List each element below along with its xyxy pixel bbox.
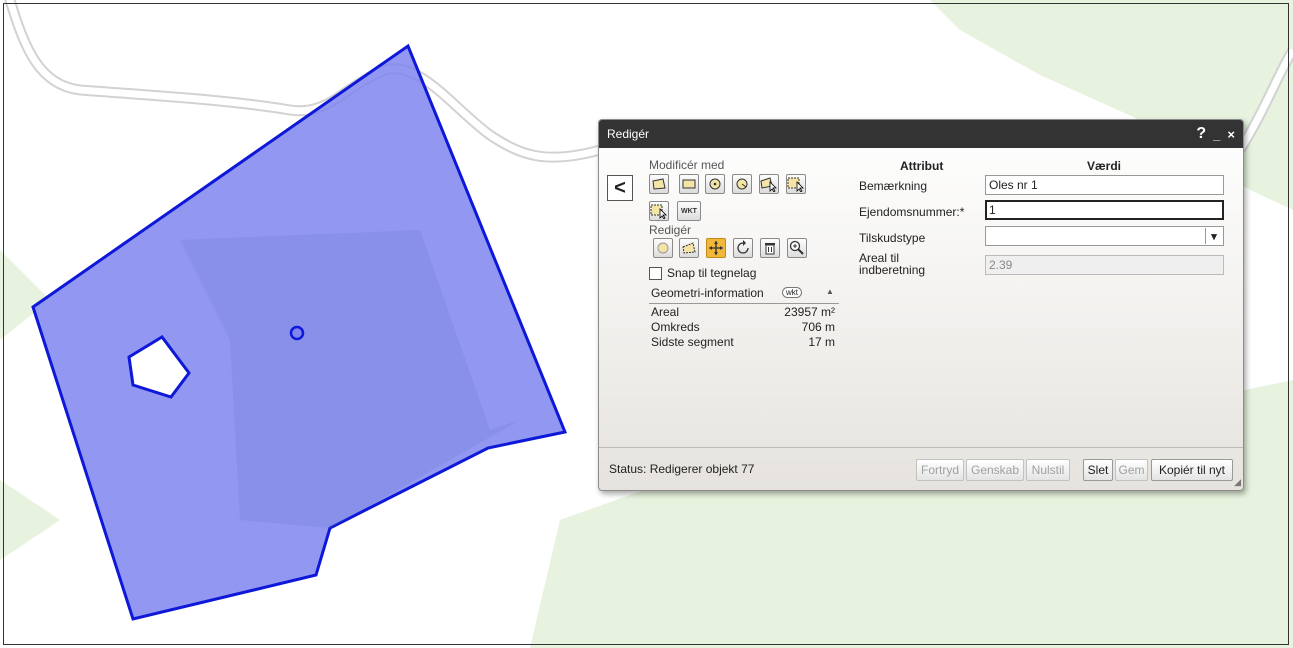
help-button[interactable]: ? xyxy=(1196,125,1206,143)
edit-rotate-tool[interactable] xyxy=(733,238,753,258)
edit-delete-tool[interactable] xyxy=(760,238,780,258)
modify-select-polygon-tool[interactable] xyxy=(759,174,779,194)
rectangle-icon xyxy=(682,179,696,189)
reset-button[interactable]: Nulstil xyxy=(1026,459,1070,481)
modify-circle-tool[interactable] xyxy=(705,174,725,194)
zoom-icon xyxy=(789,240,804,255)
ejendomsnummer-input[interactable] xyxy=(985,200,1224,220)
snap-label: Snap til tegnelag xyxy=(667,266,757,280)
status-text: Status: Redigerer objekt 77 xyxy=(609,462,755,476)
resize-grip-icon[interactable]: ◢ xyxy=(1234,477,1241,488)
save-button[interactable]: Gem xyxy=(1115,459,1148,481)
geometry-row-value: 23957 m² xyxy=(784,305,835,319)
rotate-icon xyxy=(737,240,749,254)
close-button[interactable]: × xyxy=(1227,127,1235,142)
modify-multi-select-tool[interactable] xyxy=(649,201,669,221)
delete-button[interactable]: Slet xyxy=(1083,459,1113,481)
dialog-header[interactable]: Redigér ? _ × xyxy=(599,120,1243,148)
bemaerkning-label: Bemærkning xyxy=(859,179,928,193)
modify-wkt-button[interactable]: WKT xyxy=(677,201,701,221)
modify-rectangle-tool[interactable] xyxy=(679,174,699,194)
areal-input xyxy=(985,255,1224,275)
tilskudstype-select[interactable]: ▾ xyxy=(985,226,1224,246)
polygon-icon xyxy=(652,178,666,190)
snap-option[interactable]: Snap til tegnelag xyxy=(649,266,756,280)
vertex-handle[interactable] xyxy=(289,325,305,341)
copy-to-new-button[interactable]: Kopiér til nyt xyxy=(1151,459,1233,481)
select-polygon-icon xyxy=(760,177,777,192)
circle-icon xyxy=(709,178,721,190)
edit-move-tool[interactable] xyxy=(706,238,726,258)
modify-radius-tool[interactable] xyxy=(732,174,752,194)
bemaerkning-input[interactable] xyxy=(985,175,1224,195)
edit-dialog: Redigér ? _ × < Modificér med WKT Redigé… xyxy=(598,119,1244,491)
geometry-row-value: 17 m xyxy=(808,335,835,349)
edit-vertices-tool[interactable] xyxy=(679,238,699,258)
ejendomsnummer-label: Ejendomsnummer:* xyxy=(859,205,965,219)
footer-separator xyxy=(599,447,1243,448)
snap-checkbox[interactable] xyxy=(649,266,662,280)
move-icon xyxy=(709,241,723,255)
undo-button[interactable]: Fortryd xyxy=(916,459,964,481)
trash-icon xyxy=(765,243,775,255)
geometry-row-area: Areal 23957 m² xyxy=(651,305,835,320)
geometry-row-value: 706 m xyxy=(801,320,835,334)
back-button[interactable]: < xyxy=(607,175,633,201)
edit-zoom-tool[interactable] xyxy=(787,238,807,258)
minimize-button[interactable]: _ xyxy=(1213,127,1220,142)
modify-polygon-tool[interactable] xyxy=(649,174,669,194)
redo-button[interactable]: Genskab xyxy=(966,459,1024,481)
geometry-row-perimeter: Omkreds 706 m xyxy=(651,320,835,335)
modify-label: Modificér med xyxy=(649,158,725,172)
geometry-row-label: Areal xyxy=(651,305,680,319)
edit-point-tool[interactable] xyxy=(653,238,673,258)
point-icon xyxy=(657,242,669,254)
attribute-column-header: Attribut xyxy=(900,159,944,173)
tilskudstype-label: Tilskudstype xyxy=(859,231,926,245)
vertices-icon xyxy=(682,242,696,254)
select-area-icon xyxy=(787,177,804,192)
radius-circle-icon xyxy=(736,178,748,190)
dialog-title: Redigér xyxy=(607,127,650,141)
multi-select-icon xyxy=(650,204,667,219)
geometry-row-label: Sidste segment xyxy=(651,335,734,349)
chevron-down-icon: ▾ xyxy=(1205,228,1222,244)
value-column-header: Værdi xyxy=(1087,159,1122,173)
modify-select-area-tool[interactable] xyxy=(786,174,806,194)
areal-label: Areal til indberetning xyxy=(859,252,925,276)
dialog-controls: ? _ × xyxy=(1196,125,1235,143)
geometry-row-last-segment: Sidste segment 17 m xyxy=(651,335,835,350)
geometry-info-title: Geometri-information xyxy=(651,286,764,300)
collapse-icon[interactable]: ▲ xyxy=(826,287,834,296)
geometry-row-label: Omkreds xyxy=(651,320,700,334)
geometry-wkt-button[interactable]: wkt xyxy=(782,287,802,298)
edit-label: Redigér xyxy=(649,223,692,237)
geometry-info-header: Geometri-information wkt ▲ xyxy=(649,285,839,304)
areal-label-line2: indberetning xyxy=(859,263,926,277)
